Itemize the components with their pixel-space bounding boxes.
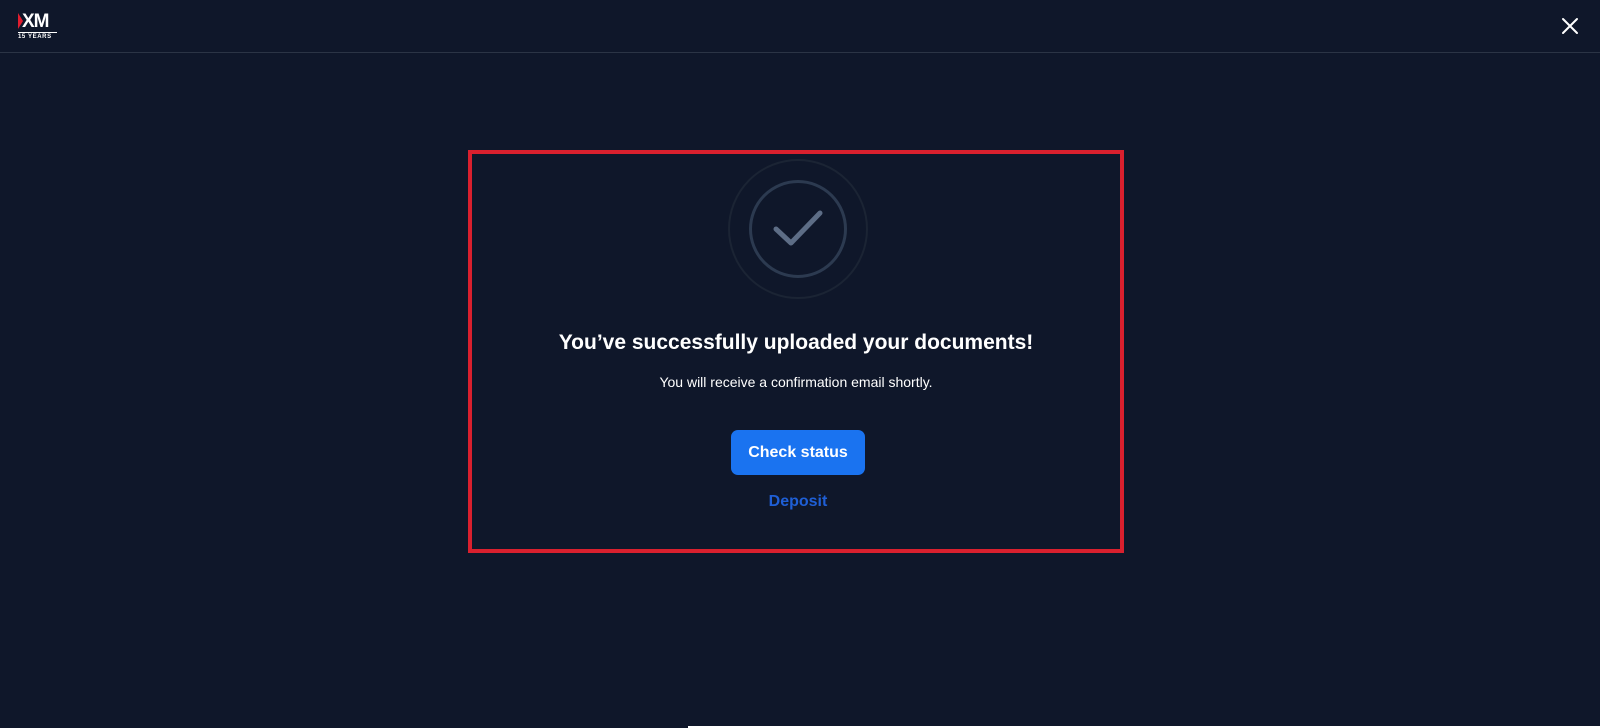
success-title: You’ve successfully uploaded your docume…: [558, 331, 1034, 354]
xm-logo[interactable]: XM 15 YEARS: [18, 12, 60, 40]
close-button[interactable]: [1558, 14, 1582, 38]
checkmark-icon: [773, 210, 823, 246]
logo-mark: XM: [22, 11, 49, 32]
top-bar: XM 15 YEARS: [0, 0, 1600, 53]
confirmation-message: You will receive a confirmation email sh…: [659, 374, 933, 390]
check-status-button[interactable]: Check status: [731, 430, 865, 475]
deposit-link[interactable]: Deposit: [748, 491, 848, 513]
logo-subtitle: 15 YEARS: [18, 34, 52, 40]
close-icon: [1562, 18, 1578, 34]
